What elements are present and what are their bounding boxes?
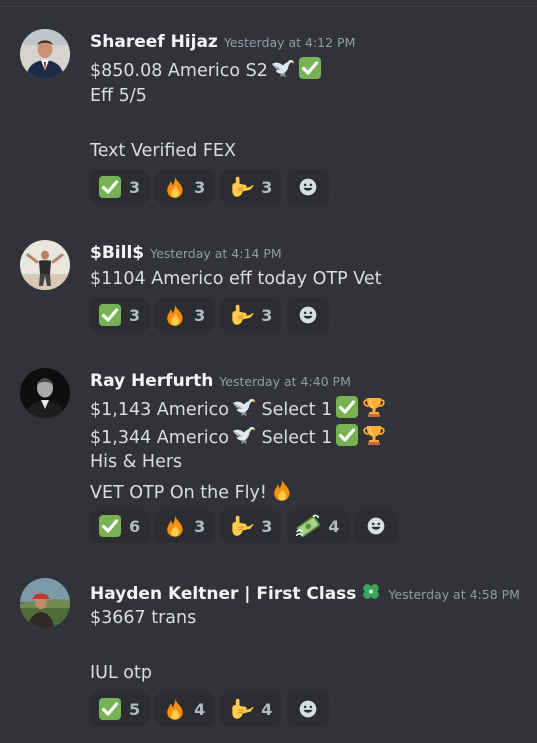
avatar[interactable] <box>20 29 70 79</box>
check-mark-icon <box>98 303 122 327</box>
reaction-fire[interactable]: 3 <box>155 509 215 543</box>
avatar[interactable] <box>20 240 70 290</box>
username[interactable]: Hayden Keltner | First Class <box>90 584 356 604</box>
reaction-check-mark[interactable]: 5 <box>90 692 150 726</box>
reaction-fire[interactable]: 3 <box>155 170 215 204</box>
eagle-icon <box>271 56 295 80</box>
reaction-check-mark[interactable]: 3 <box>90 170 150 204</box>
avatar[interactable] <box>20 578 70 628</box>
reaction-call-me-hand[interactable]: 3 <box>220 170 282 204</box>
trophy-icon <box>362 395 386 419</box>
fire-icon <box>163 697 187 721</box>
message-line: His & Hers <box>90 452 183 472</box>
username[interactable]: $Bill$ <box>90 243 144 263</box>
username[interactable]: Ray Herfurth <box>90 371 213 391</box>
check-mark-icon <box>335 395 359 419</box>
timestamp[interactable]: Yesterday at 4:14 PM <box>150 246 282 261</box>
clover-badge-icon[interactable] <box>360 580 382 602</box>
fire-icon <box>163 303 187 327</box>
add-reaction-button[interactable] <box>354 509 397 543</box>
message-header: Hayden Keltner | First Class Yesterday at… <box>90 580 520 604</box>
message-line: $1,344 Americo Select 1 <box>90 423 386 450</box>
reaction-money-with-wings[interactable]: 4 <box>287 509 349 543</box>
smiley-icon <box>298 177 318 197</box>
reaction-count: 3 <box>194 177 206 197</box>
reaction-count: 4 <box>328 516 340 536</box>
timestamp[interactable]: Yesterday at 4:12 PM <box>224 35 356 50</box>
call-me-hand-icon <box>228 696 254 722</box>
check-mark-icon <box>98 175 122 199</box>
message-line: $3667 trans <box>90 608 197 628</box>
smiley-icon <box>366 516 386 536</box>
reaction-check-mark[interactable]: 3 <box>90 298 150 332</box>
check-mark-icon <box>98 697 122 721</box>
message-text: Select 1 <box>261 400 333 420</box>
reaction-bar: 3 3 3 <box>90 170 330 204</box>
add-reaction-button[interactable] <box>287 298 330 332</box>
add-reaction-button[interactable] <box>287 692 330 726</box>
message-line: $1104 Americo eff today OTP Vet <box>90 269 382 289</box>
reaction-check-mark[interactable]: 6 <box>90 509 150 543</box>
message-header: Shareef Hijaz Yesterday at 4:12 PM <box>90 32 355 52</box>
message-header: $Bill$ Yesterday at 4:14 PM <box>90 243 282 263</box>
reaction-count: 3 <box>261 516 273 536</box>
reaction-count: 6 <box>129 516 141 536</box>
username[interactable]: Shareef Hijaz <box>90 32 218 52</box>
reaction-call-me-hand[interactable]: 3 <box>220 298 282 332</box>
reaction-count: 3 <box>129 177 141 197</box>
fire-icon <box>270 478 294 502</box>
trophy-icon <box>362 423 386 447</box>
reaction-call-me-hand[interactable]: 3 <box>220 509 282 543</box>
reaction-count: 5 <box>129 699 141 719</box>
check-mark-icon <box>335 423 359 447</box>
message-line: VET OTP On the Fly! <box>90 478 294 505</box>
check-mark-icon <box>298 56 322 80</box>
timestamp[interactable]: Yesterday at 4:40 PM <box>219 374 351 389</box>
message-line: IUL otp <box>90 663 152 683</box>
eagle-icon <box>232 423 256 447</box>
reaction-count: 3 <box>194 305 206 325</box>
message-text: $1,143 Americo <box>90 400 229 420</box>
message-text: $850.08 Americo S2 <box>90 61 268 81</box>
call-me-hand-icon <box>228 513 254 539</box>
message-text: VET OTP On the Fly! <box>90 483 267 503</box>
add-reaction-button[interactable] <box>287 170 330 204</box>
reaction-count: 4 <box>261 699 273 719</box>
reaction-count: 3 <box>261 305 273 325</box>
message-header: Ray Herfurth Yesterday at 4:40 PM <box>90 371 351 391</box>
reaction-count: 3 <box>129 305 141 325</box>
timestamp[interactable]: Yesterday at 4:58 PM <box>388 587 520 602</box>
smiley-icon <box>298 305 318 325</box>
fire-icon <box>163 175 187 199</box>
message-line: $850.08 Americo S2 <box>90 56 322 83</box>
reaction-bar: 6 3 3 4 <box>90 509 397 543</box>
check-mark-icon <box>98 514 122 538</box>
reaction-bar: 5 4 4 <box>90 692 330 726</box>
message-text: Select 1 <box>261 428 333 448</box>
fire-icon <box>163 514 187 538</box>
top-divider <box>0 6 537 7</box>
reaction-call-me-hand[interactable]: 4 <box>220 692 282 726</box>
reaction-fire[interactable]: 4 <box>155 692 215 726</box>
message-line: $1,143 Americo Select 1 <box>90 395 386 422</box>
message-text: $1,344 Americo <box>90 428 229 448</box>
call-me-hand-icon <box>228 302 254 328</box>
eagle-icon <box>232 395 256 419</box>
smiley-icon <box>298 699 318 719</box>
message-line: Text Verified FEX <box>90 141 236 161</box>
money-with-wings-icon <box>295 513 321 539</box>
message-line: Eff 5/5 <box>90 86 147 106</box>
call-me-hand-icon <box>228 174 254 200</box>
reaction-fire[interactable]: 3 <box>155 298 215 332</box>
reaction-count: 3 <box>194 516 206 536</box>
reaction-count: 4 <box>194 699 206 719</box>
reaction-count: 3 <box>261 177 273 197</box>
avatar[interactable] <box>20 368 70 418</box>
reaction-bar: 3 3 3 <box>90 298 330 332</box>
